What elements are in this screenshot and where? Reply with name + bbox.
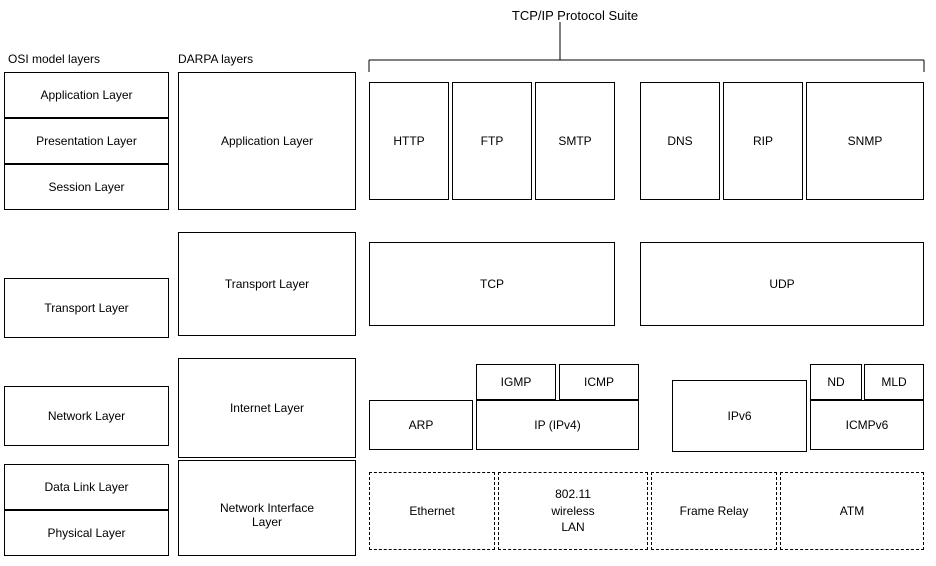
proto-ipv4: IP (IPv4) (476, 400, 639, 450)
proto-tcp: TCP (369, 242, 615, 326)
osi-application: Application Layer (4, 72, 169, 118)
proto-ethernet: Ethernet (369, 472, 495, 550)
page-title: TCP/IP Protocol Suite (450, 8, 700, 23)
proto-dns: DNS (640, 82, 720, 200)
proto-mld: MLD (864, 364, 924, 400)
proto-igmp: IGMP (476, 364, 556, 400)
darpa-application: Application Layer (178, 72, 356, 210)
osi-presentation: Presentation Layer (4, 118, 169, 164)
proto-nd: ND (810, 364, 862, 400)
proto-ftp: FTP (452, 82, 532, 200)
proto-ipv6: IPv6 (672, 380, 807, 452)
osi-datalink: Data Link Layer (4, 464, 169, 510)
proto-arp: ARP (369, 400, 473, 450)
osi-session: Session Layer (4, 164, 169, 210)
osi-transport: Transport Layer (4, 278, 169, 338)
proto-wifi: 802.11 wireless LAN (498, 472, 648, 550)
osi-physical: Physical Layer (4, 510, 169, 556)
proto-snmp: SNMP (806, 82, 924, 200)
darpa-internet: Internet Layer (178, 358, 356, 458)
darpa-header: DARPA layers (178, 52, 253, 66)
proto-smtp: SMTP (535, 82, 615, 200)
darpa-network-interface: Network Interface Layer (178, 460, 356, 556)
proto-atm: ATM (780, 472, 924, 550)
proto-rip: RIP (723, 82, 803, 200)
osi-header: OSI model layers (8, 52, 100, 66)
proto-frame-relay: Frame Relay (651, 472, 777, 550)
proto-icmp: ICMP (559, 364, 639, 400)
darpa-transport: Transport Layer (178, 232, 356, 336)
proto-http: HTTP (369, 82, 449, 200)
osi-network: Network Layer (4, 386, 169, 446)
proto-icmpv6: ICMPv6 (810, 400, 924, 450)
proto-udp: UDP (640, 242, 924, 326)
